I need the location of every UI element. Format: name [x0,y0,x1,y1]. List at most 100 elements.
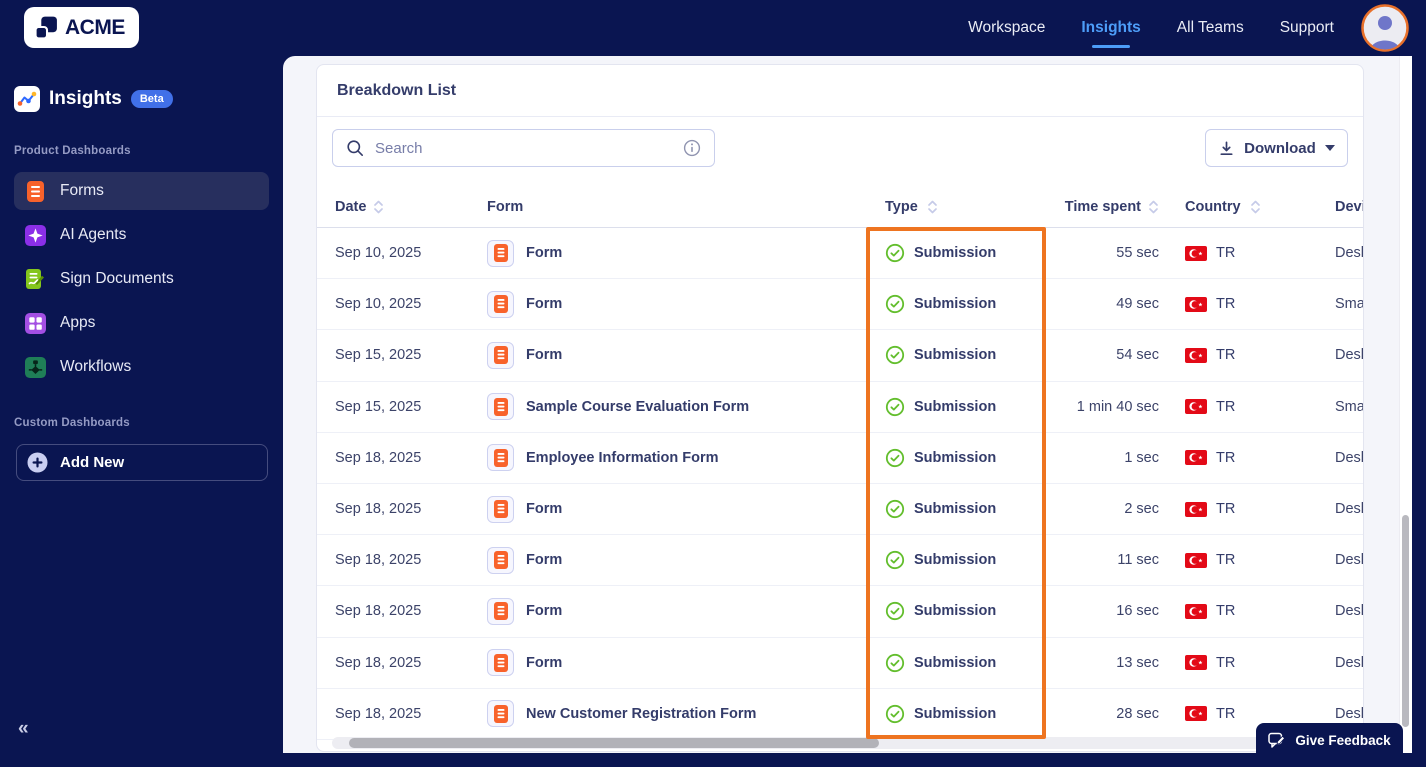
chevron-down-icon [1324,145,1335,151]
logo-text: ACME [65,15,125,39]
cell-form: New Customer Registration Form [487,689,756,739]
sidebar-item-ai-agents[interactable]: AI Agents [14,216,269,254]
divider [317,116,1363,117]
search-icon [346,139,364,157]
column-label: Country [1185,198,1241,215]
sidebar-item-forms[interactable]: Forms [14,172,269,210]
cell-form: Form [487,279,562,329]
user-avatar[interactable] [1361,4,1409,52]
table-body: Sep 10, 2025FormSubmission55 secTRDeskto… [317,228,1363,740]
form-icon [487,700,514,728]
column-label: Form [487,198,524,215]
cell-time-spent: 55 sec [1116,245,1159,262]
table-row[interactable]: Sep 18, 2025FormSubmission11 secTRDeskto… [317,535,1363,587]
column-label: Time spent [1064,198,1141,215]
table-row[interactable]: Sep 18, 2025FormSubmission13 secTRDeskto… [317,637,1363,689]
cell-device: Desktop [1335,501,1363,518]
cell-date: Sep 18, 2025 [335,654,422,671]
column-header-date[interactable]: Date [335,186,384,227]
check-circle-icon [885,602,905,621]
form-icon [487,239,514,267]
table-row[interactable]: Sep 18, 2025FormSubmission2 secTRDesktop [317,483,1363,536]
forms-icon [24,180,46,202]
cell-time-spent: 16 sec [1116,603,1159,620]
cell-form: Form [487,228,562,278]
search-input[interactable] [375,139,672,157]
sort-icon[interactable] [1148,199,1159,215]
column-label: Date [335,198,367,215]
tr-flag-icon [1185,706,1207,722]
give-feedback-button[interactable]: Give Feedback [1256,723,1403,757]
download-label: Download [1244,139,1316,157]
nav-support[interactable]: Support [1280,0,1334,56]
column-label: Device [1335,198,1363,215]
section-custom-dashboards: Custom Dashboards [14,417,130,429]
column-header-type[interactable]: Type [885,186,938,227]
table-row[interactable]: Sep 18, 2025 New Customer Registration Fo… [317,688,1363,740]
vertical-scrollbar-track[interactable] [1399,56,1412,753]
column-header-form: Form [487,186,523,227]
cell-country: TR [1185,484,1235,534]
vertical-scrollbar-thumb[interactable] [1402,515,1409,727]
sort-icon[interactable] [1250,199,1261,215]
table-header: Date Form Type Time spent Country Device [317,186,1363,228]
cell-form: Sample Course Evaluation Form [487,382,749,432]
sidebar-item-apps[interactable]: Apps [14,304,269,342]
sidebar-item-label: Sign Documents [60,270,174,287]
sidebar-item-workflows[interactable]: Workflows [14,348,269,386]
cell-country: TR [1185,638,1235,688]
cell-form: Employee Information Form [487,433,719,483]
table-row[interactable]: Sep 10, 2025FormSubmission55 secTRDeskto… [317,228,1363,280]
nav-insights[interactable]: Insights [1081,0,1141,56]
country-code: TR [1216,552,1236,569]
info-icon[interactable] [683,139,701,157]
column-header-country[interactable]: Country [1185,186,1261,227]
sidebar-title: Insights Beta [14,86,173,112]
horizontal-scrollbar-track[interactable] [332,737,1361,749]
horizontal-scrollbar-thumb[interactable] [349,738,879,748]
form-name: Form [526,603,563,620]
table-row[interactable]: Sep 10, 2025FormSubmission49 secTRSmartp… [317,279,1363,331]
download-icon [1218,140,1235,157]
acme-logo-icon [34,15,59,40]
sort-icon[interactable] [373,199,384,215]
sign-documents-icon [24,268,46,290]
cell-country: TR [1185,330,1235,380]
column-header-time-spent[interactable]: Time spent [957,186,1159,227]
check-circle-icon [885,653,905,672]
cell-country: TR [1185,535,1235,585]
form-icon [487,341,514,369]
country-code: TR [1216,603,1236,620]
main-panel: Breakdown List Search Download Date Form… [283,56,1412,753]
insights-icon [14,86,40,112]
nav-workspace[interactable]: Workspace [968,0,1045,56]
country-code: TR [1216,501,1236,518]
check-circle-icon [885,295,905,314]
form-name: Form [526,296,563,313]
add-new-label: Add New [60,454,125,471]
download-button[interactable]: Download [1205,129,1348,167]
country-code: TR [1216,449,1236,466]
sidebar-item-sign-documents[interactable]: Sign Documents [14,260,269,298]
acme-logo[interactable]: ACME [24,7,139,48]
top-nav: Workspace Insights All Teams Support [968,0,1334,56]
country-code: TR [1216,245,1236,262]
check-circle-icon [885,243,905,263]
table-row[interactable]: Sep 15, 2025 Sample Course Evaluation For… [317,381,1363,433]
nav-all-teams[interactable]: All Teams [1177,0,1244,56]
check-circle-icon [885,448,905,467]
sort-icon[interactable] [927,199,938,215]
apps-icon [24,312,46,334]
form-icon [487,597,514,625]
collapse-sidebar-button[interactable]: « [18,718,29,740]
table-row[interactable]: Sep 15, 2025FormSubmission54 secTRDeskto… [317,330,1363,382]
table-row[interactable]: Sep 18, 2025FormSubmission16 secTRDeskto… [317,586,1363,638]
add-new-button[interactable]: Add New [16,444,268,481]
cell-date: Sep 18, 2025 [335,501,422,518]
check-circle-icon [885,551,905,570]
cell-time-spent: 11 sec [1117,552,1159,569]
table-row[interactable]: Sep 18, 2025 Employee Information Form Sub… [317,432,1363,484]
sidebar-title-label: Insights [49,88,122,109]
tr-flag-icon [1185,501,1207,517]
sidebar-item-label: AI Agents [60,226,127,243]
